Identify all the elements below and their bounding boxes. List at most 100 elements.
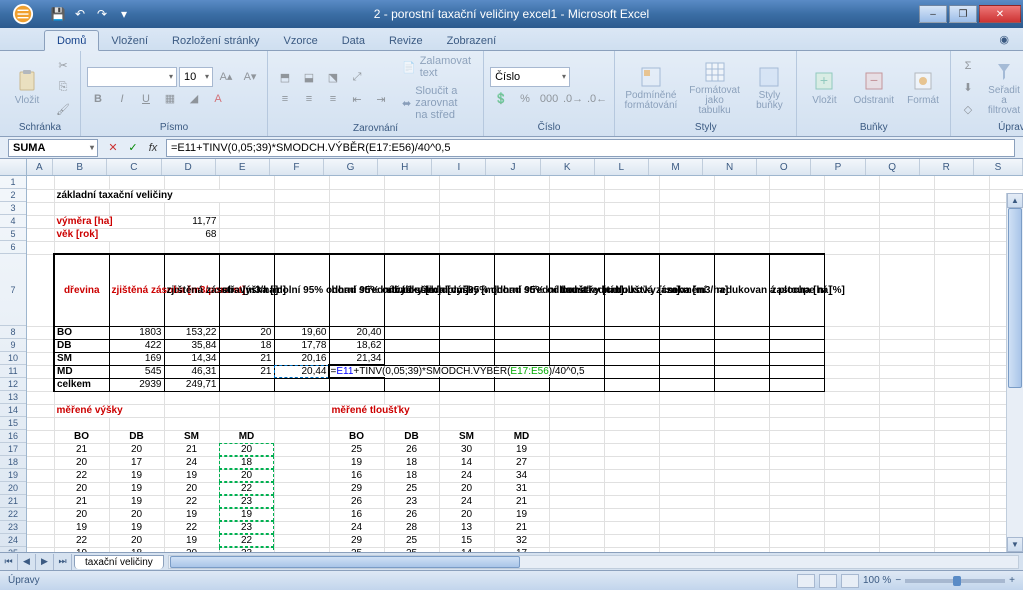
- cell-Q24[interactable]: [879, 534, 934, 547]
- cell-B17[interactable]: 21: [54, 443, 109, 456]
- cell-E6[interactable]: [219, 241, 274, 254]
- cell-C22[interactable]: 20: [109, 508, 164, 521]
- cell-I23[interactable]: 13: [439, 521, 494, 534]
- cell-E5[interactable]: [219, 228, 274, 241]
- cell-E13[interactable]: [219, 391, 274, 404]
- cell-L24[interactable]: [604, 534, 659, 547]
- cell-N22[interactable]: [714, 508, 769, 521]
- cell-R24[interactable]: [934, 534, 989, 547]
- row-header-24[interactable]: 24: [0, 534, 26, 547]
- cell-H16[interactable]: DB: [384, 430, 439, 443]
- cell-K22[interactable]: [549, 508, 604, 521]
- col-header-S[interactable]: S: [974, 159, 1023, 175]
- cell-J25[interactable]: 17: [494, 547, 549, 552]
- cell-E25[interactable]: 23: [219, 547, 274, 552]
- cell-P2[interactable]: [824, 189, 879, 202]
- cell-G2[interactable]: [329, 189, 384, 202]
- cell-P3[interactable]: [824, 202, 879, 215]
- cell-I12[interactable]: [439, 378, 494, 391]
- cell-K17[interactable]: [549, 443, 604, 456]
- cell-M19[interactable]: [659, 469, 714, 482]
- cell-C25[interactable]: 18: [109, 547, 164, 552]
- col-header-Q[interactable]: Q: [866, 159, 920, 175]
- cell-J3[interactable]: [494, 202, 549, 215]
- cell-S1[interactable]: [989, 176, 1023, 189]
- zoom-slider[interactable]: [905, 579, 1005, 583]
- cell-K6[interactable]: [549, 241, 604, 254]
- cell-F8[interactable]: 19,60: [274, 326, 329, 339]
- italic-icon[interactable]: I: [111, 89, 133, 109]
- row-header-21[interactable]: 21: [0, 495, 26, 508]
- cell-G1[interactable]: [329, 176, 384, 189]
- row-header-22[interactable]: 22: [0, 508, 26, 521]
- cell-K25[interactable]: [549, 547, 604, 552]
- cell-K23[interactable]: [549, 521, 604, 534]
- cell-C3[interactable]: [109, 202, 164, 215]
- cell-F12[interactable]: [274, 378, 329, 391]
- cell-H18[interactable]: 18: [384, 456, 439, 469]
- cell-K20[interactable]: [549, 482, 604, 495]
- cell-I7[interactable]: dolní 95% odhad střední tloušťky [cm]: [439, 254, 494, 326]
- cell-A1[interactable]: [27, 176, 54, 189]
- cell-A8[interactable]: [27, 326, 54, 339]
- cell-N13[interactable]: [714, 391, 769, 404]
- tab-view[interactable]: Zobrazení: [435, 31, 509, 50]
- enter-formula-button[interactable]: ✓: [124, 139, 142, 157]
- cell-I18[interactable]: 14: [439, 456, 494, 469]
- paste-button[interactable]: Vložit: [6, 67, 48, 108]
- sheet-tab-active[interactable]: taxační veličiny: [74, 555, 164, 569]
- cell-J12[interactable]: [494, 378, 549, 391]
- fx-button[interactable]: fx: [144, 139, 162, 157]
- cell-O17[interactable]: [769, 443, 824, 456]
- align-right-icon[interactable]: ≡: [322, 89, 344, 109]
- cell-E16[interactable]: MD: [219, 430, 274, 443]
- qat-more-icon[interactable]: ▾: [114, 4, 134, 24]
- cell-O15[interactable]: [769, 417, 824, 430]
- cell-O16[interactable]: [769, 430, 824, 443]
- cell-A14[interactable]: [27, 404, 54, 417]
- cell-O19[interactable]: [769, 469, 824, 482]
- cell-I25[interactable]: 14: [439, 547, 494, 552]
- cell-F22[interactable]: [274, 508, 329, 521]
- cell-C11[interactable]: 545: [109, 365, 164, 378]
- cell-L16[interactable]: [604, 430, 659, 443]
- cell-H9[interactable]: [384, 339, 439, 352]
- align-left-icon[interactable]: ≡: [274, 89, 296, 109]
- cell-K21[interactable]: [549, 495, 604, 508]
- cell-O12[interactable]: [769, 378, 824, 391]
- close-button[interactable]: ✕: [979, 5, 1021, 23]
- cell-K19[interactable]: [549, 469, 604, 482]
- cell-K24[interactable]: [549, 534, 604, 547]
- cell-L17[interactable]: [604, 443, 659, 456]
- cell-P13[interactable]: [824, 391, 879, 404]
- merge-center-button[interactable]: ⬌Sloučit a zarovnat na střed: [396, 83, 477, 123]
- cell-G19[interactable]: 16: [329, 469, 384, 482]
- cell-E21[interactable]: 23: [219, 495, 274, 508]
- cell-R5[interactable]: [934, 228, 989, 241]
- cell-L19[interactable]: [604, 469, 659, 482]
- cell-N2[interactable]: [714, 189, 769, 202]
- cell-N15[interactable]: [714, 417, 769, 430]
- cell-G15[interactable]: [329, 417, 384, 430]
- cell-C17[interactable]: 20: [109, 443, 164, 456]
- cell-G5[interactable]: [329, 228, 384, 241]
- cell-P15[interactable]: [824, 417, 879, 430]
- cell-G24[interactable]: 29: [329, 534, 384, 547]
- cell-P25[interactable]: [824, 547, 879, 552]
- col-header-O[interactable]: O: [757, 159, 811, 175]
- cell-R23[interactable]: [934, 521, 989, 534]
- cell-E14[interactable]: [219, 404, 274, 417]
- cell-H4[interactable]: [384, 215, 439, 228]
- cell-C15[interactable]: [109, 417, 164, 430]
- cut-icon[interactable]: ✂: [52, 56, 74, 76]
- col-header-C[interactable]: C: [107, 159, 161, 175]
- row-header-4[interactable]: 4: [0, 215, 26, 228]
- cell-N11[interactable]: [714, 365, 769, 378]
- cell-D18[interactable]: 24: [164, 456, 219, 469]
- cell-C8[interactable]: 1803: [109, 326, 164, 339]
- cell-G4[interactable]: [329, 215, 384, 228]
- cell-I1[interactable]: [439, 176, 494, 189]
- cell-N20[interactable]: [714, 482, 769, 495]
- bold-icon[interactable]: B: [87, 89, 109, 109]
- cell-A13[interactable]: [27, 391, 54, 404]
